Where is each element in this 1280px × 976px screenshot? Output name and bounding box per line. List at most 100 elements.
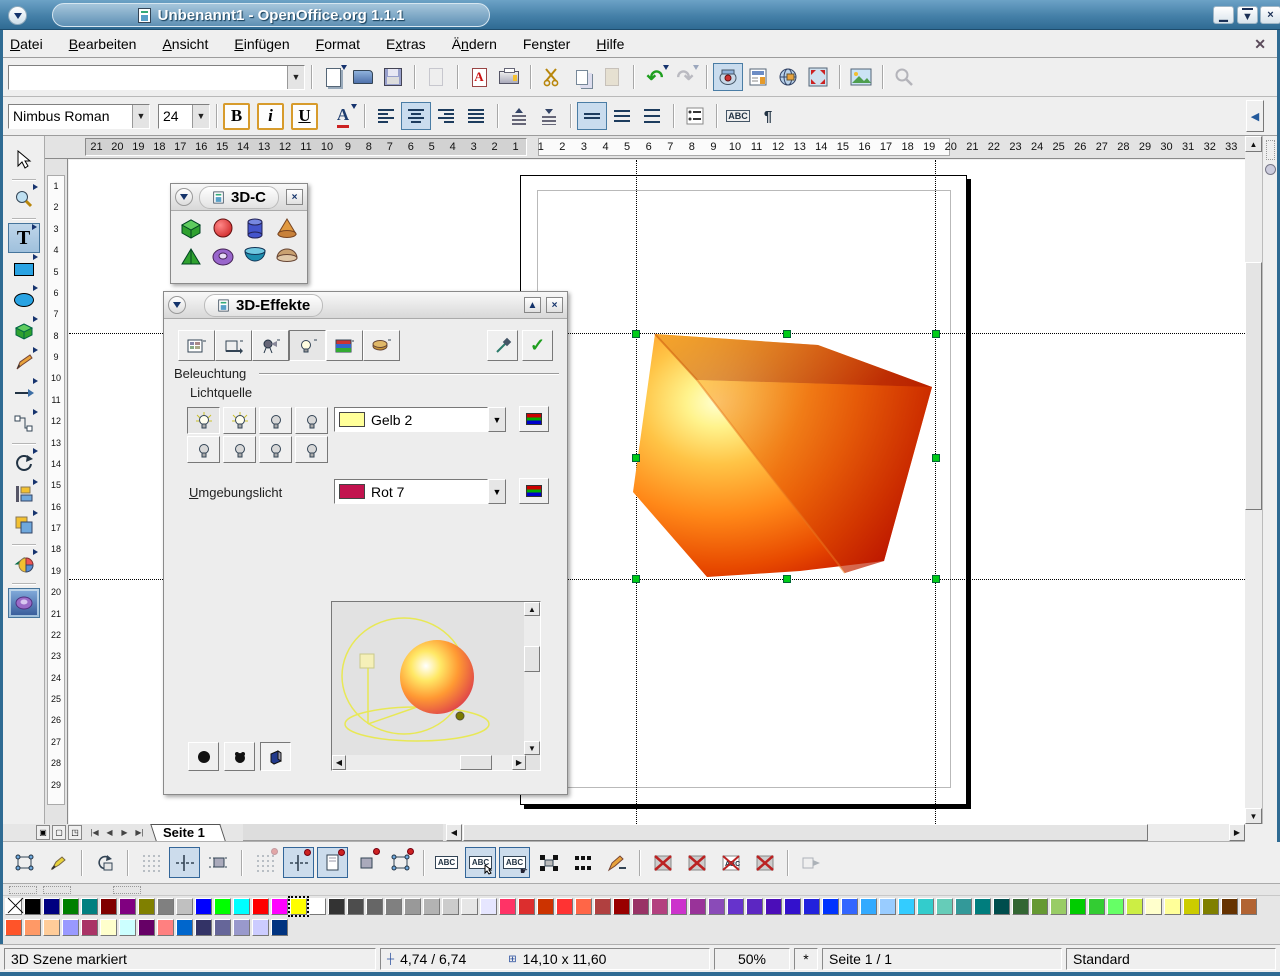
grip-icon[interactable] [1266,140,1275,160]
curve-tool[interactable] [8,347,40,377]
color-swatch[interactable] [1164,898,1181,915]
color-swatch[interactable] [62,898,79,915]
color-swatch[interactable] [214,898,231,915]
preview-3d-button[interactable] [260,742,291,771]
dialog-menu-button[interactable] [168,296,186,314]
chevron-down-icon[interactable]: ▼ [132,105,149,128]
grip-icon[interactable] [43,886,71,894]
light-source-8-button[interactable] [295,436,328,463]
color-swatch[interactable] [613,898,630,915]
line-contour-button[interactable] [749,847,780,878]
picture-placeholder-button[interactable] [647,847,678,878]
light-color-dialog-button[interactable] [519,406,549,432]
navigator-window-button[interactable] [773,63,803,91]
preview-flat-button[interactable] [188,742,219,771]
snap-to-snap-lines-button[interactable] [283,847,314,878]
color-swatch[interactable] [233,919,250,936]
menu-format[interactable]: Format [316,36,360,52]
show-hide-icon[interactable] [1265,164,1276,175]
color-swatch[interactable] [157,919,174,936]
3d-object-pyramid[interactable] [180,247,202,267]
select-tool[interactable] [8,145,40,175]
color-swatch[interactable] [727,898,744,915]
color-swatch[interactable] [100,898,117,915]
selection-handle-e[interactable] [932,454,940,462]
menu-bearbeiten[interactable]: Bearbeiten [69,36,137,52]
underline-button[interactable]: U [291,103,318,130]
vertical-ruler[interactable]: 1234567891011121314151617181920212223242… [45,159,68,824]
color-swatch[interactable] [43,898,60,915]
light-source-3-button[interactable] [259,407,292,434]
paste-button[interactable] [597,63,627,91]
first-page-button[interactable]: |◀ [87,825,102,840]
color-swatch[interactable] [594,898,611,915]
new-document-button[interactable] [318,63,348,91]
color-swatch[interactable] [157,898,174,915]
chevron-down-icon[interactable]: ▼ [287,66,304,89]
3d-object-cube[interactable] [179,217,203,239]
snap-to-object-points-button[interactable] [385,847,416,878]
zoom-page-button[interactable] [803,63,833,91]
line-spacing-1-button[interactable] [577,102,607,130]
dialog-shade-button[interactable]: ▲ [524,297,541,313]
selection-handle-ne[interactable] [932,330,940,338]
selection-handle-w[interactable] [632,454,640,462]
chevron-down-icon[interactable]: ▼ [488,479,506,504]
palette-menu-button[interactable] [175,188,193,206]
simple-handles-button[interactable] [533,847,564,878]
color-swatch[interactable] [328,898,345,915]
insert-tool[interactable] [8,549,40,579]
character-dialog-button[interactable]: ABC [723,102,753,130]
color-swatch[interactable] [24,898,41,915]
vertical-scrollbar[interactable]: ▲ ▼ [1245,136,1262,824]
select-text-area-only-button[interactable]: ABC [465,847,496,878]
scroll-down-button[interactable]: ▼ [1245,808,1262,824]
print-button[interactable] [494,63,524,91]
effects-tab-illumination[interactable] [289,330,326,361]
url-combobox[interactable]: ▼ [8,65,305,90]
redo-button[interactable]: ↷ [670,63,700,91]
color-swatch[interactable] [24,919,41,936]
line-spacing-15-button[interactable] [607,102,637,130]
selection-handle-s[interactable] [783,575,791,583]
color-swatch[interactable] [100,919,117,936]
gallery-button[interactable] [846,63,876,91]
search-button[interactable] [889,63,919,91]
light-source-7-button[interactable] [259,436,292,463]
color-swatch[interactable] [81,898,98,915]
horizontal-ruler[interactable]: 212019181716151413121110987654321 123456… [0,136,1245,159]
rotate-tool[interactable] [8,448,40,478]
color-swatch[interactable] [670,898,687,915]
color-swatch[interactable] [1012,898,1029,915]
selection-handle-nw[interactable] [632,330,640,338]
color-swatch[interactable] [803,898,820,915]
color-swatch[interactable] [841,898,858,915]
copy-button[interactable] [567,63,597,91]
text-tool[interactable]: T [8,223,40,253]
light-color-dropdown[interactable]: Gelb 2 ▼ [334,407,506,432]
color-swatch[interactable] [822,898,839,915]
scroll-right-button[interactable]: ▶ [1229,824,1245,841]
color-swatch[interactable] [176,919,193,936]
color-swatch[interactable] [1145,898,1162,915]
3d-object-sphere[interactable] [212,217,234,239]
align-center-button[interactable] [401,102,431,130]
glue-points-button[interactable] [43,847,74,878]
align-left-button[interactable] [371,102,401,130]
color-swatch[interactable] [5,919,22,936]
3d-object-cone[interactable] [276,217,298,239]
status-style-panel[interactable]: Standard [1066,948,1276,970]
font-size-combobox[interactable]: 24 ▼ [158,104,210,129]
dialog-title-bar[interactable]: 3D-Effekte ▲ × [164,292,567,319]
arrange-tool[interactable] [8,510,40,540]
navigator-toggle-button[interactable] [713,63,743,91]
paragraph-dialog-button[interactable]: ¶ [753,102,783,130]
effects-tab-favorites[interactable] [178,330,215,361]
snap-to-object-border-button[interactable] [351,847,382,878]
font-color-button[interactable]: A [328,102,358,130]
contour-mode-button[interactable] [681,847,712,878]
light-preview[interactable]: ▲ ▼ ◀ ▶ [331,601,541,771]
color-swatch[interactable] [689,898,706,915]
color-swatch[interactable] [404,898,421,915]
align-right-button[interactable] [431,102,461,130]
